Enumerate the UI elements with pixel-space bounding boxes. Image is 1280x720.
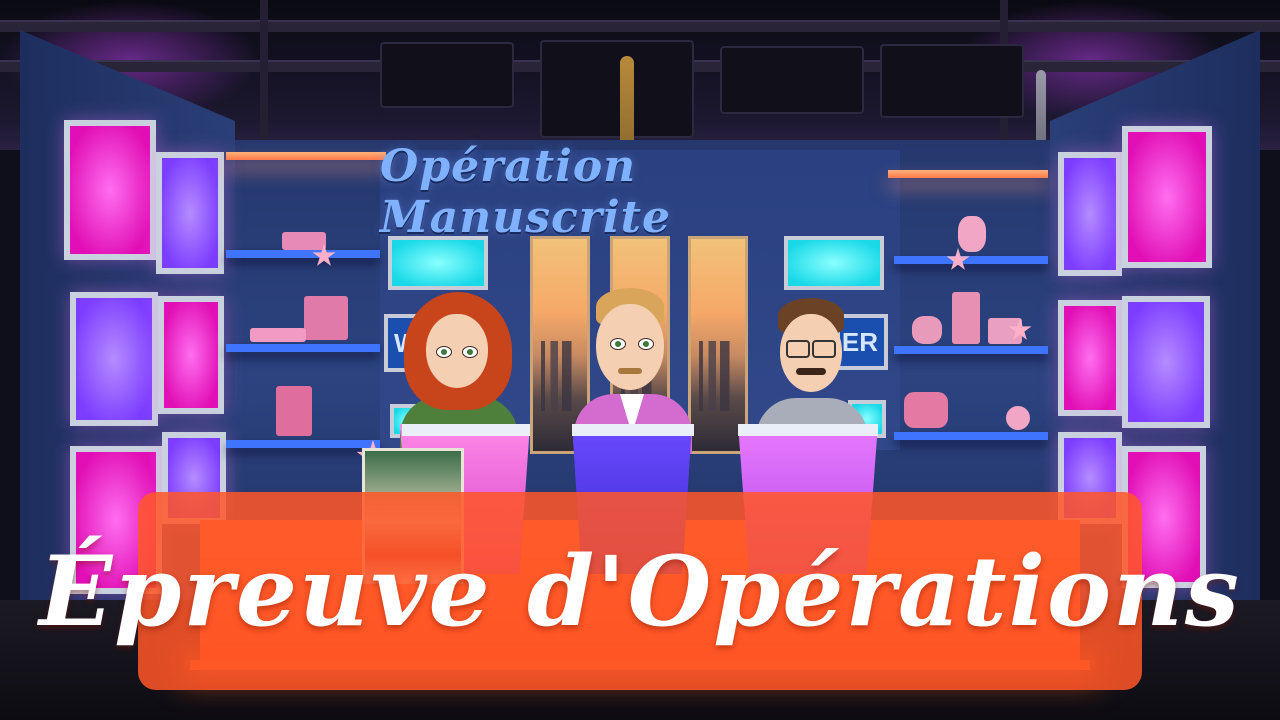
banner-title: Épreuve d'Opérations: [39, 534, 1241, 648]
shelf: [226, 344, 380, 352]
city-skyline-panel: [688, 236, 748, 454]
record-player-prop: [304, 296, 348, 340]
lit-shelf: [888, 170, 1048, 178]
kettle-prop: [912, 316, 942, 344]
podium-top: [738, 424, 878, 436]
neon-panel: [158, 296, 224, 414]
title-banner: Épreuve d'Opérations: [39, 492, 1239, 690]
pink-box-prop: [250, 328, 306, 342]
shelf: [226, 440, 380, 448]
neon-panel: [1058, 152, 1122, 276]
neon-panel: [1058, 300, 1122, 416]
cyan-screen: [388, 236, 488, 290]
neon-panel: [156, 152, 224, 274]
eye: [462, 346, 478, 358]
cyan-screen: [784, 236, 884, 290]
face: [596, 304, 664, 390]
show-title-sign: Opération Manuscrite: [380, 141, 671, 243]
shelf: [226, 250, 380, 258]
shelf: [894, 256, 1048, 264]
blender-prop: [952, 292, 980, 344]
shelf: [894, 346, 1048, 354]
neon-panel: [1122, 126, 1212, 268]
podium-top: [572, 424, 694, 436]
plush-toy-prop: [958, 216, 986, 252]
typewriter-prop: [276, 386, 312, 436]
stage-light: [720, 46, 864, 114]
stage-light: [540, 40, 694, 138]
pink-radio-prop: [282, 232, 326, 250]
eye: [436, 346, 452, 358]
glasses-icon: [812, 340, 836, 358]
eye: [638, 338, 654, 350]
moustache: [796, 368, 826, 375]
lighting-truss: [0, 20, 1280, 32]
bag-prop: [904, 392, 948, 428]
moustache: [618, 368, 642, 374]
lit-shelf: [226, 152, 386, 160]
glasses-icon: [786, 340, 810, 358]
stage-light: [880, 44, 1024, 118]
neon-panel: [64, 120, 156, 260]
podium-top: [402, 424, 530, 436]
shelf: [894, 432, 1048, 440]
tv-studio-scene: Opération Manuscrite W ER: [0, 0, 1280, 720]
neon-panel: [70, 292, 158, 426]
truss-post: [260, 0, 268, 140]
neon-panel: [1122, 296, 1210, 428]
eye: [610, 338, 626, 350]
hairdryer-prop: [1006, 406, 1030, 430]
stage-light: [380, 42, 514, 108]
